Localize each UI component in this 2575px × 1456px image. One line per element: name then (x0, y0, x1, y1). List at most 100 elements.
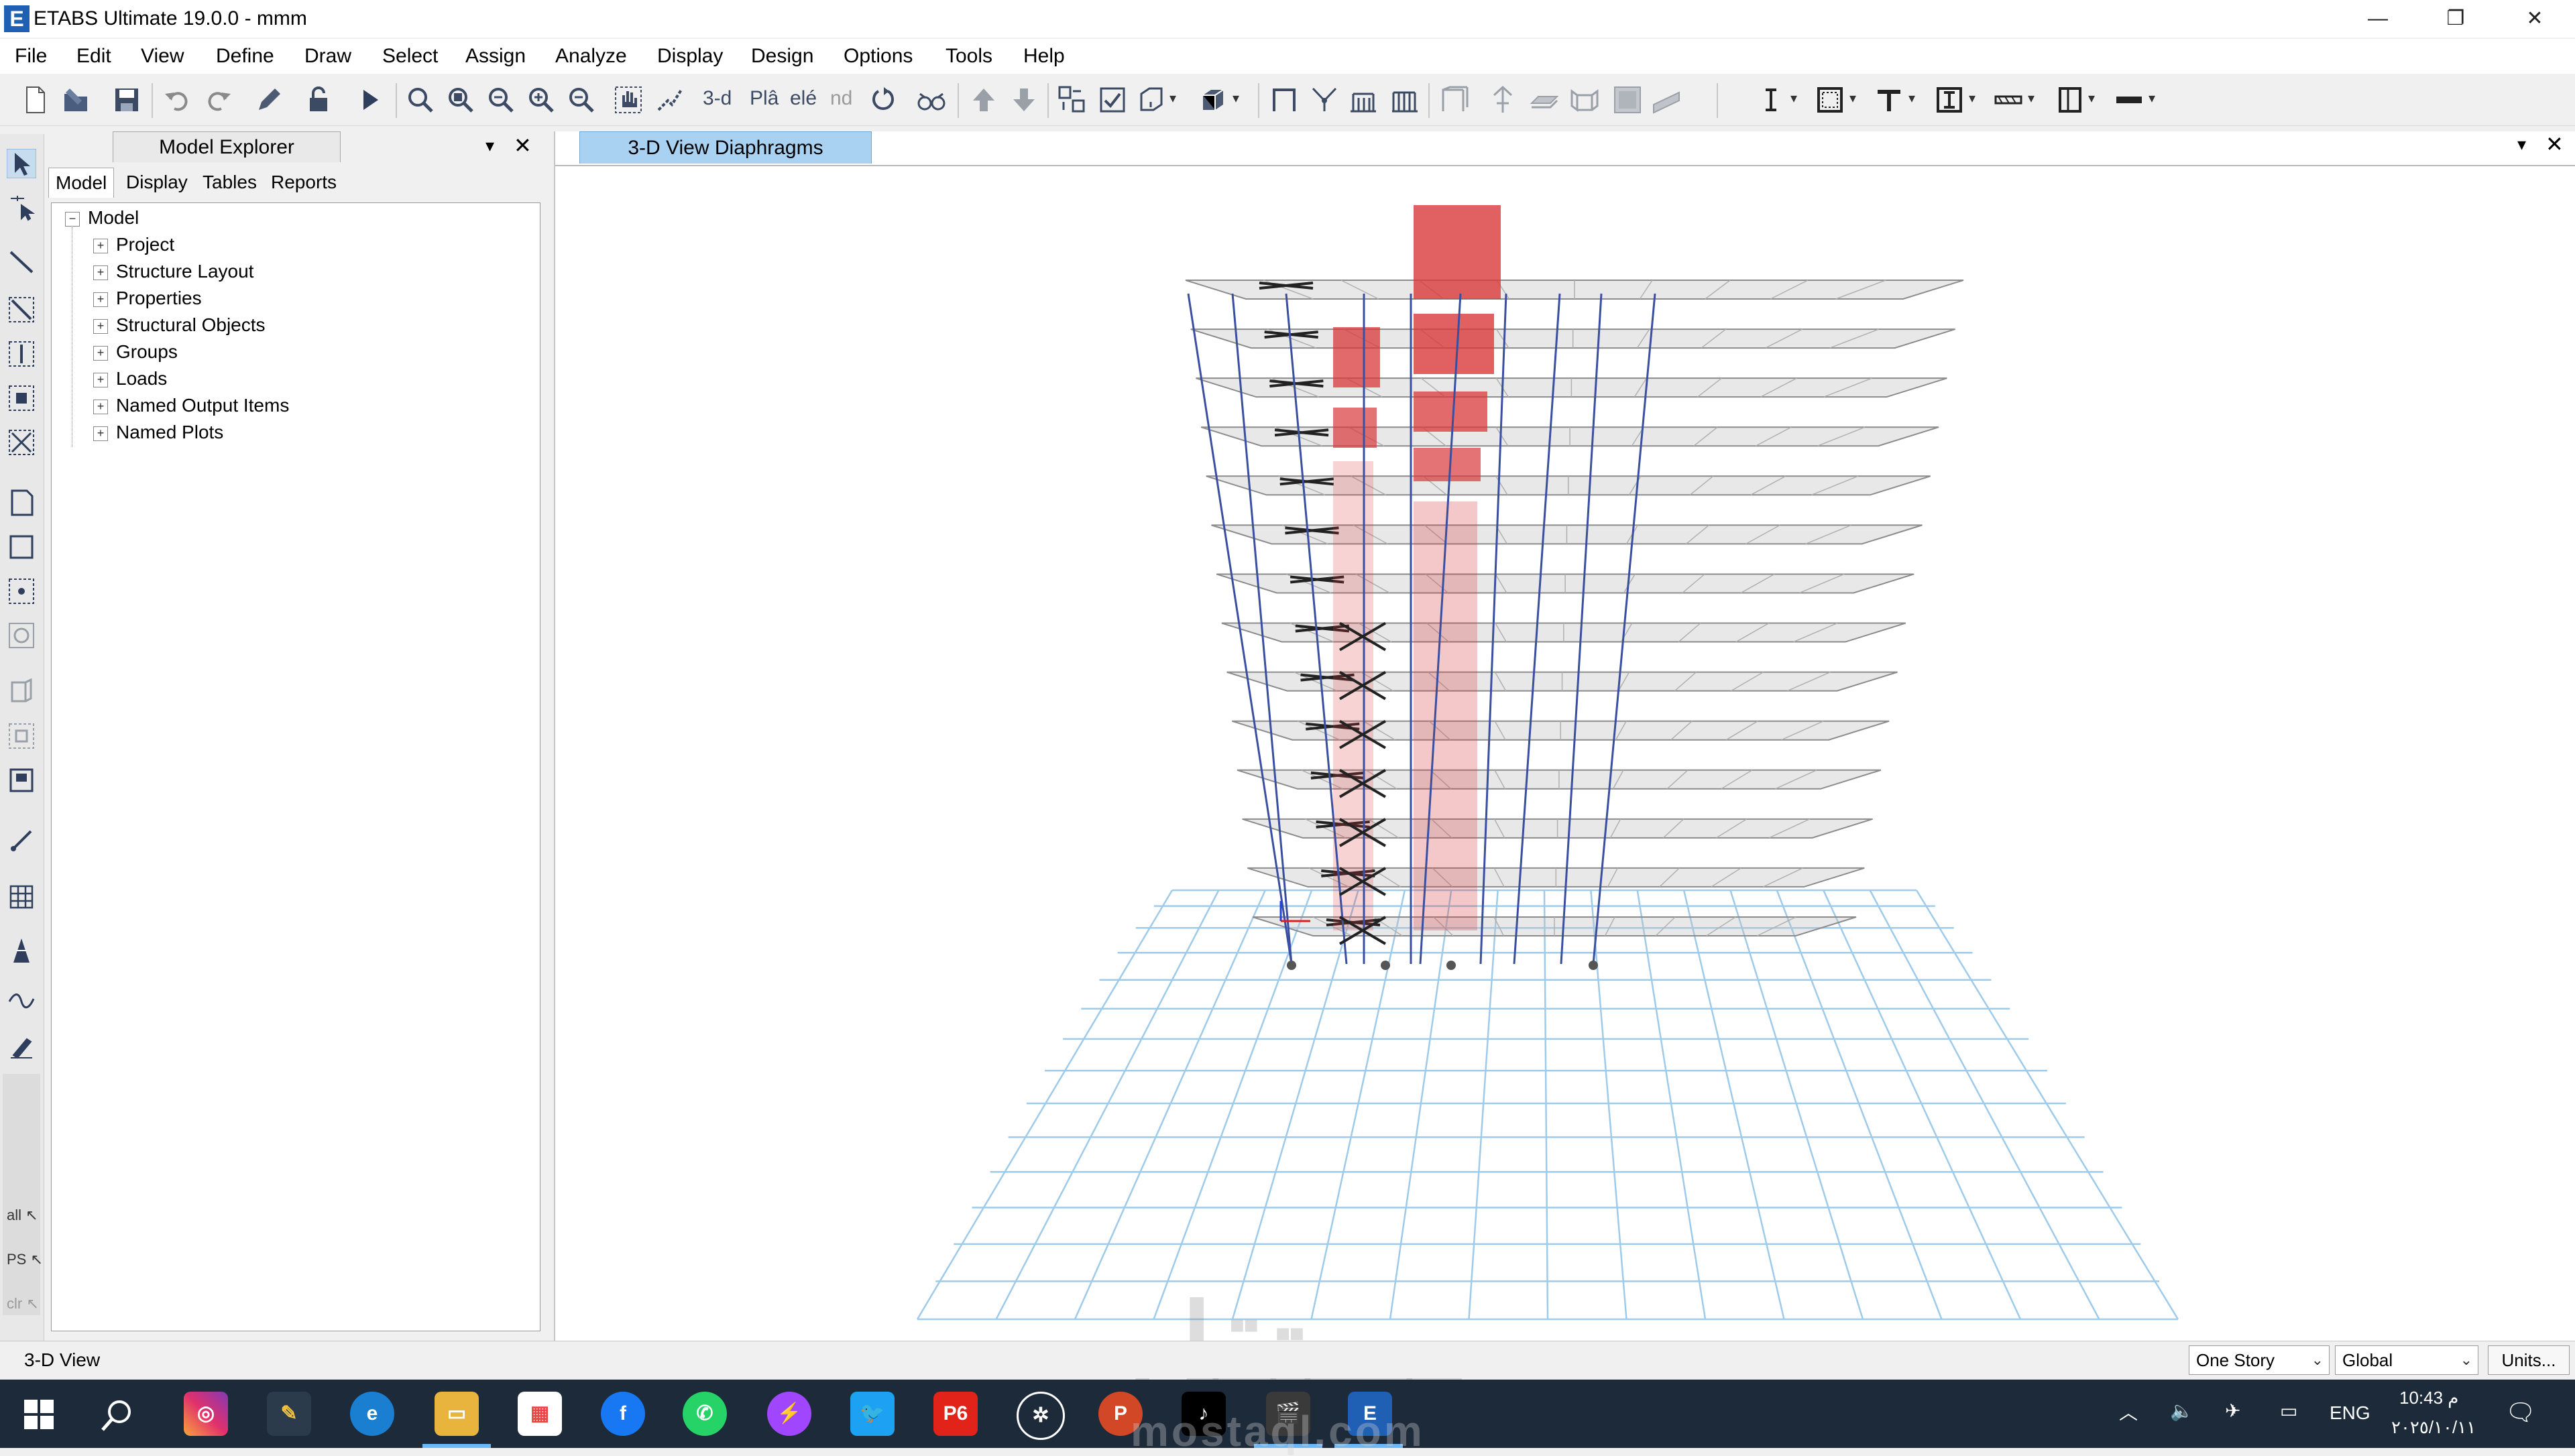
undo-icon[interactable] (162, 84, 193, 115)
clock-date[interactable]: ٢٠٢٥/١٠/١١ (2391, 1417, 2476, 1438)
model-explorer-title[interactable]: Model Explorer (113, 131, 341, 162)
twitter-icon[interactable]: 🐦 (850, 1392, 895, 1436)
tree-item-named-output-items[interactable]: + Named Output Items (93, 392, 289, 419)
menu-analyze[interactable]: Analyze (555, 43, 627, 70)
quick-draw-braces-icon[interactable] (7, 428, 36, 457)
redo-icon[interactable] (203, 84, 233, 115)
draw-curve-icon[interactable] (7, 983, 36, 1012)
menu-view[interactable]: View (141, 43, 184, 70)
search-icon[interactable] (99, 1398, 134, 1433)
draw-floor-icon[interactable] (7, 488, 36, 518)
microsoft-store-icon[interactable]: ▦ (518, 1392, 562, 1436)
column-design-dropdown-arrow-icon[interactable]: ▾ (1969, 90, 1976, 107)
model-3d-canvas[interactable]: مستقل (555, 165, 2575, 1404)
menu-display[interactable]: Display (657, 43, 723, 70)
coordinate-system-selector[interactable]: Global ⌄ (2335, 1345, 2478, 1375)
lock-icon[interactable] (303, 84, 334, 115)
rotate-3d-icon[interactable] (654, 84, 685, 115)
beam-design-dropdown-arrow-icon[interactable]: ▾ (1908, 90, 1915, 107)
section-cut-icon[interactable] (1815, 84, 1845, 115)
quick-draw-beams-icon[interactable] (7, 339, 36, 369)
run-analysis-icon[interactable] (354, 84, 385, 115)
tree-item-structure-layout[interactable]: + Structure Layout (93, 258, 253, 285)
elevation-view-button[interactable]: elé (790, 87, 817, 110)
draw-braces-icon[interactable] (1309, 84, 1340, 115)
reshape-object-icon[interactable] (7, 192, 36, 221)
tab-display[interactable]: Display (119, 168, 194, 197)
expand-icon[interactable]: + (93, 238, 108, 253)
save-icon[interactable] (111, 84, 142, 115)
column-design-icon[interactable] (1934, 84, 1965, 115)
clear-selection-button[interactable]: clr ↖ (7, 1295, 39, 1313)
draw-joint-line-icon[interactable] (7, 247, 36, 276)
line-style-dropdown-arrow-icon[interactable]: ▾ (2149, 90, 2155, 107)
draw-beam-column-icon[interactable] (7, 295, 36, 324)
composite-deck-icon[interactable] (1993, 84, 2024, 115)
section-cut-dropdown-arrow-icon[interactable]: ▾ (1849, 90, 1856, 107)
deck-dropdown-arrow-icon[interactable]: ▾ (2028, 90, 2035, 107)
menu-design[interactable]: Design (751, 43, 813, 70)
tree-item-loads[interactable]: + Loads (93, 365, 167, 392)
explorer-dropdown-arrow-icon[interactable]: ▾ (485, 135, 494, 156)
view-tab-3d-diaphragms[interactable]: 3-D View Diaphragms (579, 131, 872, 164)
explorer-close-icon[interactable]: ✕ (514, 133, 532, 158)
draw-wall-icon[interactable] (1439, 84, 1470, 115)
chatgpt-icon[interactable]: ✲ (1017, 1392, 1065, 1440)
expand-icon[interactable]: + (93, 399, 108, 414)
zoom-in-icon[interactable] (526, 84, 557, 115)
menu-select[interactable]: Select (382, 43, 438, 70)
draw-wall-panel-icon[interactable] (7, 677, 36, 707)
draw-ramp-icon[interactable] (1651, 84, 1682, 115)
extrude-view-icon[interactable] (1198, 84, 1228, 115)
draw-null-area-icon[interactable] (7, 621, 36, 650)
draw-wall-opening-icon[interactable] (7, 766, 36, 795)
perspective-toggle-icon[interactable] (916, 84, 947, 115)
tree-item-groups[interactable]: + Groups (93, 339, 178, 365)
shear-wall-design-icon[interactable] (2055, 84, 2085, 115)
quick-draw-floor-icon[interactable] (7, 577, 36, 606)
windows-start-icon[interactable] (24, 1400, 54, 1429)
volume-icon[interactable]: 🔈 (2170, 1400, 2193, 1422)
tree-item-project[interactable]: + Project (93, 231, 174, 258)
expand-icon[interactable]: + (93, 426, 108, 441)
rotate-view-icon[interactable] (868, 84, 899, 115)
primavera-p6-icon[interactable]: P6 (933, 1392, 978, 1436)
tree-item-named-plots[interactable]: + Named Plots (93, 419, 223, 446)
edge-browser-icon[interactable]: e (350, 1392, 394, 1436)
draw-links-icon[interactable] (1487, 84, 1518, 115)
rubber-band-zoom-icon[interactable] (405, 84, 436, 115)
menu-edit[interactable]: Edit (76, 43, 111, 70)
previous-selection-button[interactable]: PS ↖ (7, 1251, 43, 1268)
menu-file[interactable]: File (15, 43, 47, 70)
menu-define[interactable]: Define (216, 43, 274, 70)
tab-tables[interactable]: Tables (196, 168, 264, 197)
extrude-dropdown-arrow-icon[interactable]: ▾ (1233, 90, 1239, 107)
draw-opening-icon[interactable] (1612, 84, 1643, 115)
tree-item-properties[interactable]: + Properties (93, 285, 202, 312)
menu-options[interactable]: Options (844, 43, 913, 70)
draw-pencil-icon[interactable] (253, 84, 284, 115)
instagram-icon[interactable]: ◎ (184, 1392, 228, 1436)
draw-tendon-icon[interactable] (7, 936, 36, 965)
dimension-dropdown-arrow-icon[interactable]: ▾ (1790, 90, 1797, 107)
menu-draw[interactable]: Draw (304, 43, 351, 70)
dimension-line-icon[interactable] (1756, 84, 1786, 115)
restore-button[interactable]: ❐ (2417, 0, 2495, 38)
building-view-dropdown-arrow-icon[interactable]: ▾ (1169, 90, 1176, 107)
view-3d-button[interactable]: 3-d (703, 87, 732, 110)
zoom-out-icon[interactable] (566, 84, 597, 115)
draw-secondary-beams-icon[interactable] (1389, 84, 1420, 115)
draw-grid-icon[interactable] (7, 882, 36, 912)
view-close-icon[interactable]: ✕ (2545, 131, 2564, 157)
pen-app-icon[interactable]: ✎ (267, 1392, 311, 1436)
language-indicator[interactable]: ENG (2330, 1402, 2370, 1424)
tree-item-structural-objects[interactable]: + Structural Objects (93, 312, 266, 339)
menu-assign[interactable]: Assign (465, 43, 526, 70)
whatsapp-icon[interactable]: ✆ (683, 1392, 727, 1436)
nd-view-button[interactable]: nd (830, 87, 852, 110)
collapse-icon[interactable]: − (65, 211, 80, 227)
move-up-icon[interactable] (968, 84, 999, 115)
select-pointer-icon[interactable] (7, 149, 36, 178)
pan-icon[interactable] (613, 84, 644, 115)
new-file-icon[interactable] (20, 84, 51, 115)
